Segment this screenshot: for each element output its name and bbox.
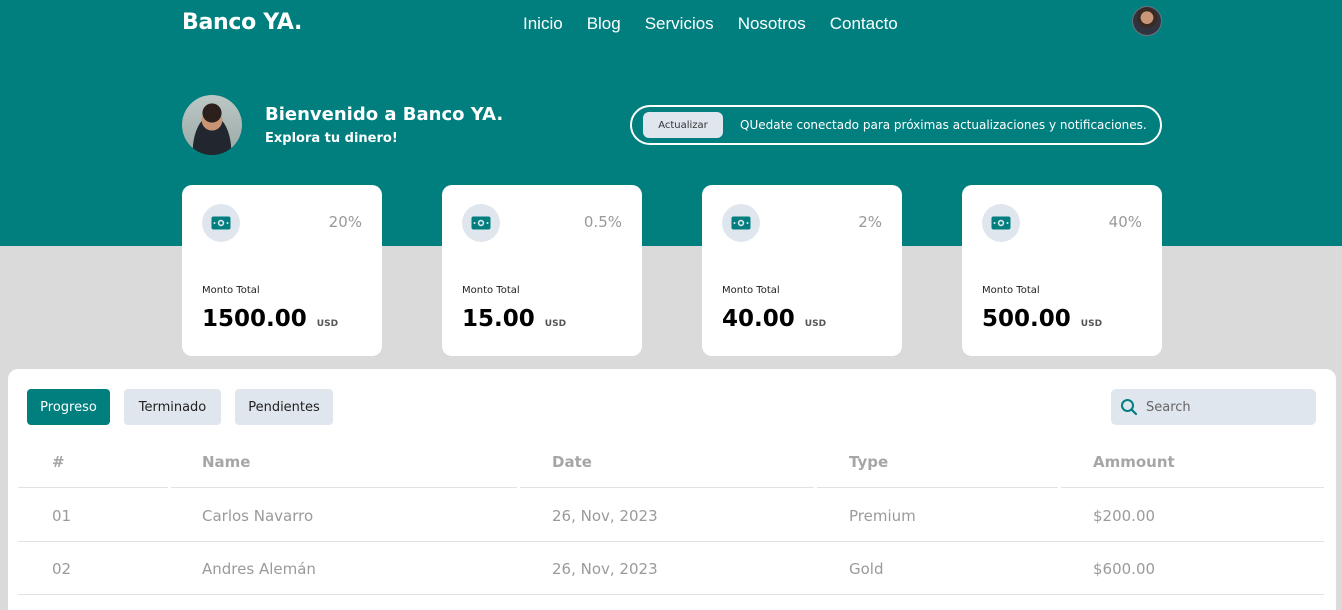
stat-card: 2% Monto Total 40.00 USD — [702, 185, 902, 356]
cell-number: 01 — [52, 507, 72, 525]
card-label: Monto Total — [462, 285, 520, 296]
column-header-name: Name — [202, 453, 251, 471]
card-percent: 20% — [328, 213, 362, 231]
currency-unit: USD — [804, 319, 827, 329]
column-header-amount: Ammount — [1093, 453, 1175, 471]
nav-inicio[interactable]: Inicio — [523, 14, 563, 34]
money-icon — [722, 204, 760, 242]
nav-nosotros[interactable]: Nosotros — [738, 14, 806, 34]
cell-number: 02 — [52, 560, 72, 578]
tab-pendientes[interactable]: Pendientes — [235, 389, 333, 425]
money-icon — [202, 204, 240, 242]
card-amount: 15.00 USD — [462, 306, 566, 332]
cell-type: Gold — [849, 560, 884, 578]
search-input[interactable] — [1146, 399, 1306, 415]
card-percent: 40% — [1108, 213, 1142, 231]
money-icon — [462, 204, 500, 242]
nav-servicios[interactable]: Servicios — [645, 14, 714, 34]
card-amount: 1500.00 USD — [202, 306, 338, 332]
stat-card: 0.5% Monto Total 15.00 USD — [442, 185, 642, 356]
cell-name: Andres Alemán — [202, 560, 316, 578]
main-nav: Inicio Blog Servicios Nosotros Contacto — [523, 14, 898, 34]
column-header-number: # — [52, 453, 65, 471]
divider — [817, 487, 1058, 488]
cell-name: Carlos Navarro — [202, 507, 314, 525]
divider — [18, 594, 1324, 595]
brand-logo[interactable]: Banco YA. — [182, 10, 302, 35]
divider — [171, 487, 517, 488]
notification-banner: Actualizar QUedate conectado para próxim… — [630, 105, 1162, 145]
search-box — [1111, 389, 1316, 425]
divider — [18, 487, 168, 488]
currency-unit: USD — [544, 319, 567, 329]
divider — [18, 541, 1324, 542]
currency-unit: USD — [1080, 319, 1103, 329]
card-amount: 500.00 USD — [982, 306, 1102, 332]
welcome-title: Bienvenido a Banco YA. — [265, 104, 504, 125]
transactions-panel: Progreso Terminado Pendientes # Name Dat… — [8, 369, 1336, 610]
amount-value: 500.00 — [982, 306, 1071, 332]
user-avatar[interactable] — [1132, 6, 1162, 36]
welcome-subtitle: Explora tu dinero! — [265, 131, 398, 146]
nav-blog[interactable]: Blog — [587, 14, 621, 34]
card-label: Monto Total — [982, 285, 1040, 296]
divider — [520, 487, 814, 488]
card-amount: 40.00 USD — [722, 306, 826, 332]
column-header-type: Type — [849, 453, 889, 471]
profile-avatar — [182, 95, 242, 155]
divider — [1061, 487, 1324, 488]
money-icon — [982, 204, 1020, 242]
card-label: Monto Total — [722, 285, 780, 296]
card-percent: 0.5% — [583, 213, 622, 231]
tab-terminado[interactable]: Terminado — [124, 389, 221, 425]
column-header-date: Date — [552, 453, 592, 471]
amount-value: 15.00 — [462, 306, 535, 332]
amount-value: 40.00 — [722, 306, 795, 332]
cell-date: 26, Nov, 2023 — [552, 560, 658, 578]
stat-card: 20% Monto Total 1500.00 USD — [182, 185, 382, 356]
stat-card: 40% Monto Total 500.00 USD — [962, 185, 1162, 356]
search-icon[interactable] — [1120, 398, 1138, 416]
cell-amount: $200.00 — [1093, 507, 1156, 525]
currency-unit: USD — [316, 319, 339, 329]
card-percent: 2% — [858, 213, 882, 231]
notice-text: QUedate conectado para próximas actualiz… — [740, 118, 1147, 132]
tab-progreso[interactable]: Progreso — [27, 389, 110, 425]
amount-value: 1500.00 — [202, 306, 307, 332]
cell-date: 26, Nov, 2023 — [552, 507, 658, 525]
cell-type: Premium — [849, 507, 916, 525]
card-label: Monto Total — [202, 285, 260, 296]
cell-amount: $600.00 — [1093, 560, 1156, 578]
nav-contacto[interactable]: Contacto — [830, 14, 898, 34]
update-button[interactable]: Actualizar — [643, 112, 723, 138]
